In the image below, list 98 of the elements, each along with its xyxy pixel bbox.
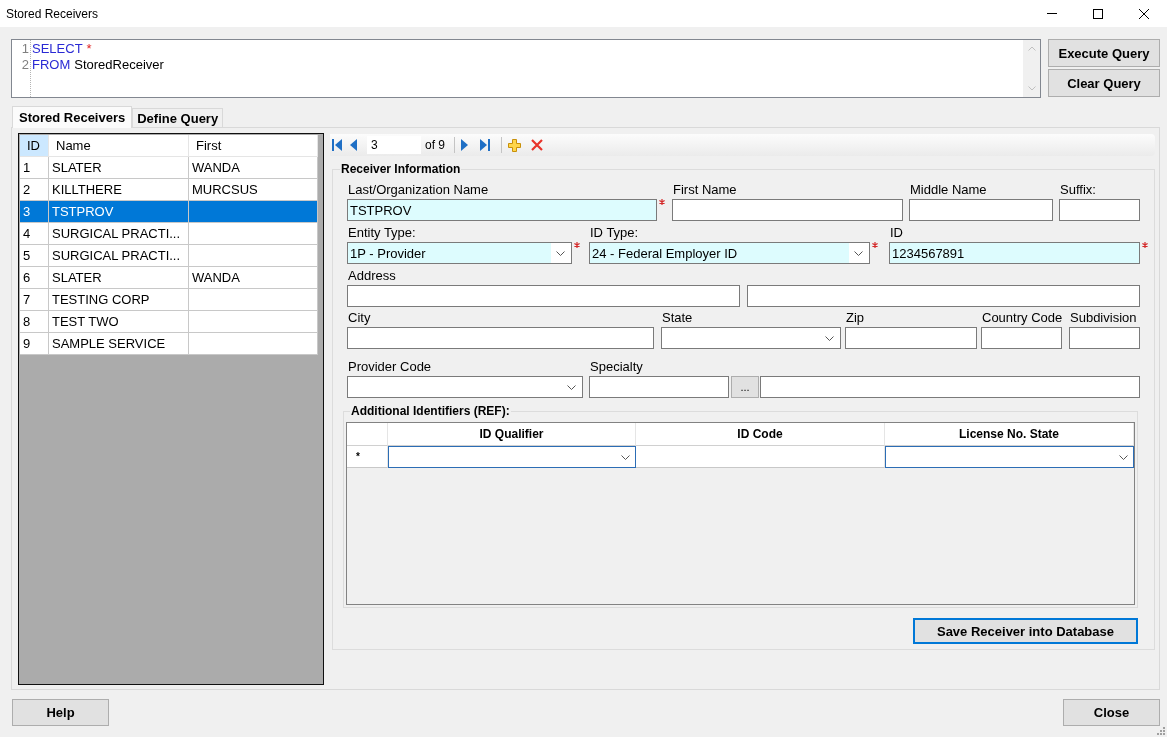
chevron-down-icon — [825, 335, 834, 341]
chevron-down-icon — [1119, 454, 1128, 460]
position-field[interactable]: 3 — [367, 136, 421, 154]
grid-cell: SAMPLE SERVICE — [49, 333, 189, 355]
query-editor[interactable]: 1 2 SELECT * FROM StoredReceiver — [11, 39, 1041, 98]
field-label: Address — [348, 268, 396, 283]
field-label: Entity Type: — [348, 225, 416, 240]
column-header[interactable]: Name — [49, 135, 189, 157]
field-label: Specialty — [590, 359, 643, 374]
tab[interactable]: Stored Receivers — [12, 106, 133, 128]
combo-box[interactable] — [661, 327, 841, 349]
text-field[interactable] — [760, 376, 1140, 398]
sql-operator: * — [86, 41, 92, 57]
skip-last-icon — [480, 139, 490, 151]
skip-first-icon — [332, 139, 342, 151]
grid-row[interactable]: 6 SLATER WANDA — [20, 267, 318, 289]
text-field[interactable] — [845, 327, 977, 349]
asterisk-icon — [574, 242, 580, 248]
close-button[interactable]: Close — [1063, 699, 1160, 726]
delete-icon — [531, 139, 543, 151]
asterisk-icon — [1142, 242, 1148, 248]
asterisk-icon — [659, 199, 665, 205]
combo-box[interactable]: 24 - Federal Employer ID — [589, 242, 870, 264]
grid-row[interactable]: 7 TESTING CORP — [20, 289, 318, 311]
grid-row[interactable]: 5 SURGICAL PRACTI... — [20, 245, 318, 267]
resize-grip-icon[interactable] — [1156, 726, 1165, 735]
column-header[interactable]: ID Qualifier — [388, 423, 636, 446]
column-header[interactable]: First — [189, 135, 318, 157]
previous-record-button[interactable] — [348, 136, 359, 154]
grid-combo-cell[interactable] — [885, 446, 1134, 468]
minimize-icon — [1047, 13, 1057, 14]
text-field[interactable]: 1234567891 — [889, 242, 1140, 264]
grid-row[interactable]: 3 TSTPROV — [20, 201, 318, 223]
close-icon — [1139, 8, 1149, 19]
field-label: Middle Name — [910, 182, 987, 197]
next-record-button[interactable] — [459, 136, 470, 154]
field-label: Suffix: — [1060, 182, 1096, 197]
text-field[interactable] — [1059, 199, 1140, 221]
field-label: Last/Organization Name — [348, 182, 489, 197]
add-record-button[interactable] — [506, 136, 523, 154]
line-number: 1 — [21, 41, 29, 57]
text-field[interactable] — [347, 285, 740, 307]
text-field[interactable]: TSTPROV — [347, 199, 657, 221]
field-label: ID — [890, 225, 903, 240]
grid-row[interactable]: 2 KILLTHERE MURCSUS — [20, 179, 318, 201]
triangle-right-icon — [461, 139, 468, 151]
text-field[interactable] — [347, 327, 654, 349]
field-label: Subdivision — [1070, 310, 1137, 325]
sql-keyword: FROM — [32, 57, 71, 73]
grid-row[interactable]: 8 TEST TWO — [20, 311, 318, 333]
record-count: of 9 — [425, 138, 445, 152]
tab[interactable]: Define Query — [132, 108, 224, 127]
clear-query-button[interactable]: Clear Query — [1048, 69, 1160, 97]
sql-identifier: StoredReceiver — [74, 57, 164, 73]
plus-icon — [508, 138, 521, 152]
chevron-down-icon — [854, 250, 863, 256]
column-header[interactable]: License No. State — [885, 423, 1134, 446]
line-number: 2 — [21, 57, 29, 73]
field-label: Provider Code — [348, 359, 432, 374]
field-label: First Name — [673, 182, 737, 197]
field-label: ID Type: — [590, 225, 639, 240]
field-label: State — [662, 310, 693, 325]
asterisk-icon — [872, 242, 878, 248]
field-label: Zip — [846, 310, 865, 325]
combo-box[interactable]: 1P - Provider — [347, 242, 572, 264]
combo-box[interactable] — [347, 376, 583, 398]
grid-row[interactable]: 4 SURGICAL PRACTI... — [20, 223, 318, 245]
first-record-button[interactable] — [330, 136, 344, 154]
chevron-down-icon — [567, 384, 576, 390]
chevron-down-icon — [556, 250, 565, 256]
column-header[interactable]: ID Code — [636, 423, 885, 446]
text-field[interactable] — [589, 376, 729, 398]
text-field[interactable] — [909, 199, 1053, 221]
help-button[interactable]: Help — [12, 699, 109, 726]
text-field[interactable] — [981, 327, 1062, 349]
execute-query-button[interactable]: Execute Query — [1048, 39, 1160, 67]
save-button[interactable]: Save Receiver into Database — [913, 618, 1138, 644]
window-title: Stored Receivers — [6, 6, 99, 21]
grid-row[interactable]: 1 SLATER WANDA — [20, 157, 318, 179]
field-label: Country Code — [982, 310, 1063, 325]
group-title: Additional Identifiers (REF): — [350, 404, 511, 418]
sql-keyword: SELECT — [32, 41, 83, 57]
grid-cell: 9 — [20, 333, 49, 355]
maximize-icon — [1093, 8, 1103, 19]
field-label: City — [348, 310, 371, 325]
grid-combo-cell[interactable] — [388, 446, 636, 468]
grid-text-cell[interactable] — [636, 446, 885, 468]
browse-button[interactable]: ... — [731, 376, 759, 398]
text-field[interactable] — [1069, 327, 1140, 349]
group-title: Receiver Information — [340, 162, 462, 176]
triangle-left-icon — [350, 139, 357, 151]
text-field[interactable] — [747, 285, 1140, 307]
grid-row[interactable]: 9 SAMPLE SERVICE — [20, 333, 318, 355]
chevron-down-icon — [621, 454, 630, 460]
column-header[interactable]: ID — [20, 135, 49, 157]
row-header: * — [347, 446, 388, 468]
last-record-button[interactable] — [478, 136, 492, 154]
text-field[interactable] — [672, 199, 903, 221]
